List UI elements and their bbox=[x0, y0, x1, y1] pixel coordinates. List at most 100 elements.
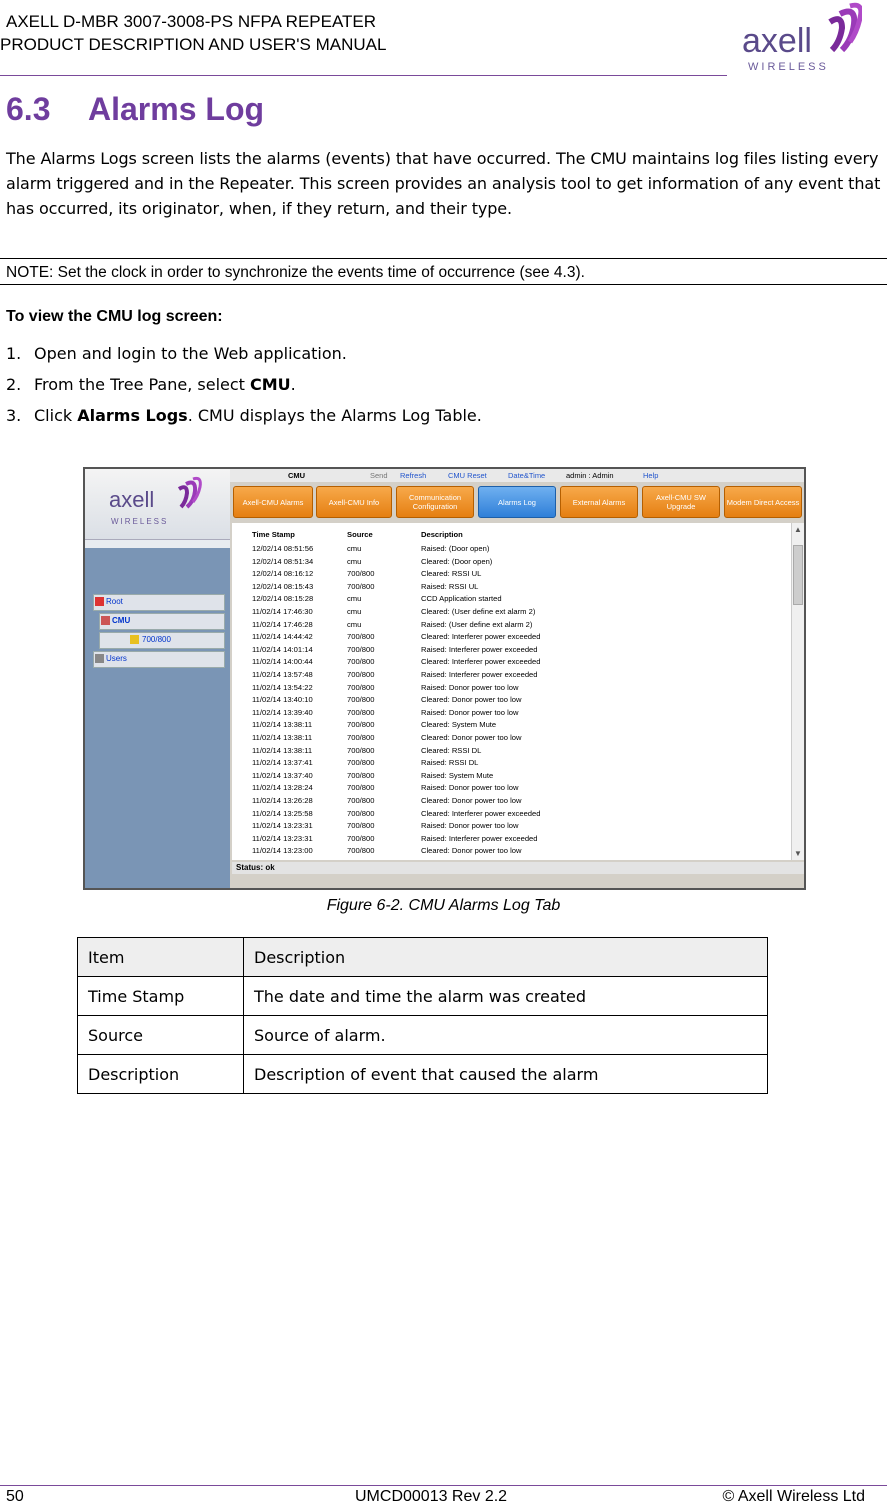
tab-communication-configuration[interactable]: Communication Configuration bbox=[396, 486, 474, 518]
log-source: 700/800 bbox=[347, 745, 375, 755]
logo-text: axell bbox=[742, 22, 812, 60]
cmu-reset-link[interactable]: CMU Reset bbox=[448, 469, 487, 482]
log-time-stamp: 11/02/14 14:00:44 bbox=[252, 657, 313, 667]
log-time-stamp: 11/02/14 13:39:40 bbox=[252, 707, 313, 717]
user-label: admin : Admin bbox=[566, 471, 614, 480]
document-header: AXELL D-MBR 3007-3008-PS NFPA REPEATER P… bbox=[0, 10, 386, 56]
tab-bar: Axell-CMU Alarms Axell-CMU Info Communic… bbox=[230, 486, 804, 520]
tree-item-users[interactable]: Users bbox=[93, 651, 225, 668]
log-time-stamp: 11/02/14 13:28:24 bbox=[252, 783, 313, 793]
log-time-stamp: 11/02/14 14:01:14 bbox=[252, 644, 313, 654]
table-row: Source Source of alarm. bbox=[77, 1015, 768, 1055]
log-source: 700/800 bbox=[347, 846, 375, 856]
log-description: Cleared: Donor power too low bbox=[421, 695, 522, 705]
log-source: 700/800 bbox=[347, 821, 375, 831]
log-source: 700/800 bbox=[347, 657, 375, 667]
log-time-stamp: 12/02/14 08:15:28 bbox=[252, 594, 314, 604]
log-description: Raised: Donor power too low bbox=[421, 858, 519, 860]
status-bar: Status: ok bbox=[232, 862, 804, 874]
log-source: 700/800 bbox=[347, 707, 375, 717]
description-table: Item Description Time Stamp The date and… bbox=[77, 937, 768, 1094]
send-link[interactable]: Send bbox=[370, 469, 388, 482]
logo-subtext: WIRELESS bbox=[748, 61, 829, 73]
log-source: 700/800 bbox=[347, 796, 375, 805]
log-time-stamp: 11/02/14 13:38:11 bbox=[252, 733, 313, 742]
log-description: Cleared: Interferer power exceeded bbox=[421, 808, 541, 818]
page-number: 50 bbox=[6, 1488, 24, 1505]
log-description: Raised: Interferer power exceeded bbox=[421, 644, 538, 654]
column-header-time-stamp: Time Stamp bbox=[252, 530, 295, 539]
log-source: 700/800 bbox=[347, 581, 375, 591]
tab-cmu-info[interactable]: Axell-CMU Info bbox=[316, 486, 392, 518]
column-header-source: Source bbox=[347, 530, 373, 539]
log-time-stamp: 12/02/14 08:51:56 bbox=[252, 544, 314, 553]
log-time-stamp: 11/02/14 13:19:37 bbox=[252, 858, 313, 860]
tab-external-alarms[interactable]: External Alarms bbox=[560, 486, 638, 518]
axell-logo: axell WIRELESS bbox=[742, 2, 862, 73]
tab-modem-direct-access[interactable]: Modem Direct Access bbox=[724, 486, 802, 518]
topbar-title: CMU bbox=[288, 471, 306, 480]
footer-divider bbox=[0, 1485, 887, 1486]
log-source: 700/800 bbox=[347, 695, 375, 705]
header-line-2: PRODUCT DESCRIPTION AND USER'S MANUAL bbox=[0, 35, 387, 54]
header-divider bbox=[0, 75, 727, 76]
tab-sw-upgrade[interactable]: Axell-CMU SW Upgrade bbox=[642, 486, 720, 518]
table-header-item: Item bbox=[77, 937, 244, 977]
datetime-link[interactable]: Date&Time bbox=[508, 469, 545, 482]
log-source: cmu bbox=[347, 594, 362, 604]
log-source: 700/800 bbox=[347, 632, 375, 642]
table-header-row: Item Description bbox=[77, 937, 768, 977]
log-description: Raised: (Door open) bbox=[421, 544, 490, 553]
tree-item-root[interactable]: Root bbox=[93, 594, 225, 611]
log-time-stamp: 11/02/14 13:37:41 bbox=[252, 758, 313, 768]
log-time-stamp: 12/02/14 08:16:12 bbox=[252, 569, 314, 579]
note-box: NOTE: Set the clock in order to synchron… bbox=[0, 258, 887, 285]
log-description: Raised: Interferer power exceeded bbox=[421, 833, 538, 843]
copyright: © Axell Wireless Ltd bbox=[722, 1488, 866, 1505]
section-title: Alarms Log bbox=[88, 91, 265, 127]
figure-caption: Figure 6-2. CMU Alarms Log Tab bbox=[326, 897, 561, 914]
log-time-stamp: 11/02/14 13:54:22 bbox=[252, 682, 313, 692]
log-time-stamp: 11/02/14 14:44:42 bbox=[252, 632, 313, 642]
scroll-thumb[interactable] bbox=[793, 545, 803, 605]
section-heading: 6.3 Alarms Log bbox=[6, 91, 264, 128]
help-link[interactable]: Help bbox=[643, 469, 658, 482]
log-description: Raised: Donor power too low bbox=[421, 821, 519, 831]
app-topbar: CMU Send Refresh CMU Reset Date&Time adm… bbox=[230, 469, 804, 482]
log-source: cmu bbox=[347, 544, 362, 553]
log-source: 700/800 bbox=[347, 682, 375, 692]
refresh-link[interactable]: Refresh bbox=[400, 469, 426, 482]
tree-item-700-800[interactable]: 700/800 bbox=[99, 632, 225, 649]
log-time-stamp: 11/02/14 13:38:11 bbox=[252, 745, 313, 755]
log-time-stamp: 11/02/14 17:46:28 bbox=[252, 619, 313, 629]
log-description: Cleared: System Mute bbox=[421, 720, 497, 730]
log-source: 700/800 bbox=[347, 733, 375, 742]
log-time-stamp: 11/02/14 13:37:40 bbox=[252, 770, 313, 780]
log-time-stamp: 11/02/14 13:23:31 bbox=[252, 833, 313, 843]
log-description: Cleared: Interferer power exceeded bbox=[421, 632, 541, 642]
log-description: CCD Application started bbox=[421, 594, 502, 604]
log-description: Raised: RSSI UL bbox=[421, 581, 479, 591]
log-description: Cleared: Donor power too low bbox=[421, 796, 522, 805]
log-description: Raised: Donor power too low bbox=[421, 707, 519, 717]
log-description: Cleared: RSSI DL bbox=[421, 745, 482, 755]
cmu-screenshot: axell WIRELESS Root CMU 700/800 Users CM… bbox=[83, 467, 806, 890]
scroll-up-icon[interactable]: ▲ bbox=[794, 525, 802, 534]
log-scrollbar[interactable]: ▲ ▼ bbox=[791, 523, 804, 860]
log-description: Cleared: (Door open) bbox=[421, 556, 493, 566]
table-row: Time Stamp The date and time the alarm w… bbox=[77, 976, 768, 1016]
log-source: cmu bbox=[347, 619, 362, 629]
tree-item-cmu[interactable]: CMU bbox=[99, 613, 225, 630]
log-source: 700/800 bbox=[347, 770, 375, 780]
tab-alarms-log[interactable]: Alarms Log bbox=[478, 486, 556, 518]
log-time-stamp: 11/02/14 13:23:31 bbox=[252, 821, 313, 831]
log-description: Raised: System Mute bbox=[421, 770, 494, 780]
log-description: Raised: Donor power too low bbox=[421, 783, 519, 793]
log-source: 700/800 bbox=[347, 808, 375, 818]
scroll-down-icon[interactable]: ▼ bbox=[794, 849, 802, 858]
log-source: 700/800 bbox=[347, 670, 375, 679]
tab-cmu-alarms[interactable]: Axell-CMU Alarms bbox=[233, 486, 313, 518]
log-source: 700/800 bbox=[347, 644, 375, 654]
log-time-stamp: 12/02/14 08:15:43 bbox=[252, 581, 314, 591]
alarms-log-table: Time Stamp Source Description 12/02/14 0… bbox=[232, 523, 791, 860]
